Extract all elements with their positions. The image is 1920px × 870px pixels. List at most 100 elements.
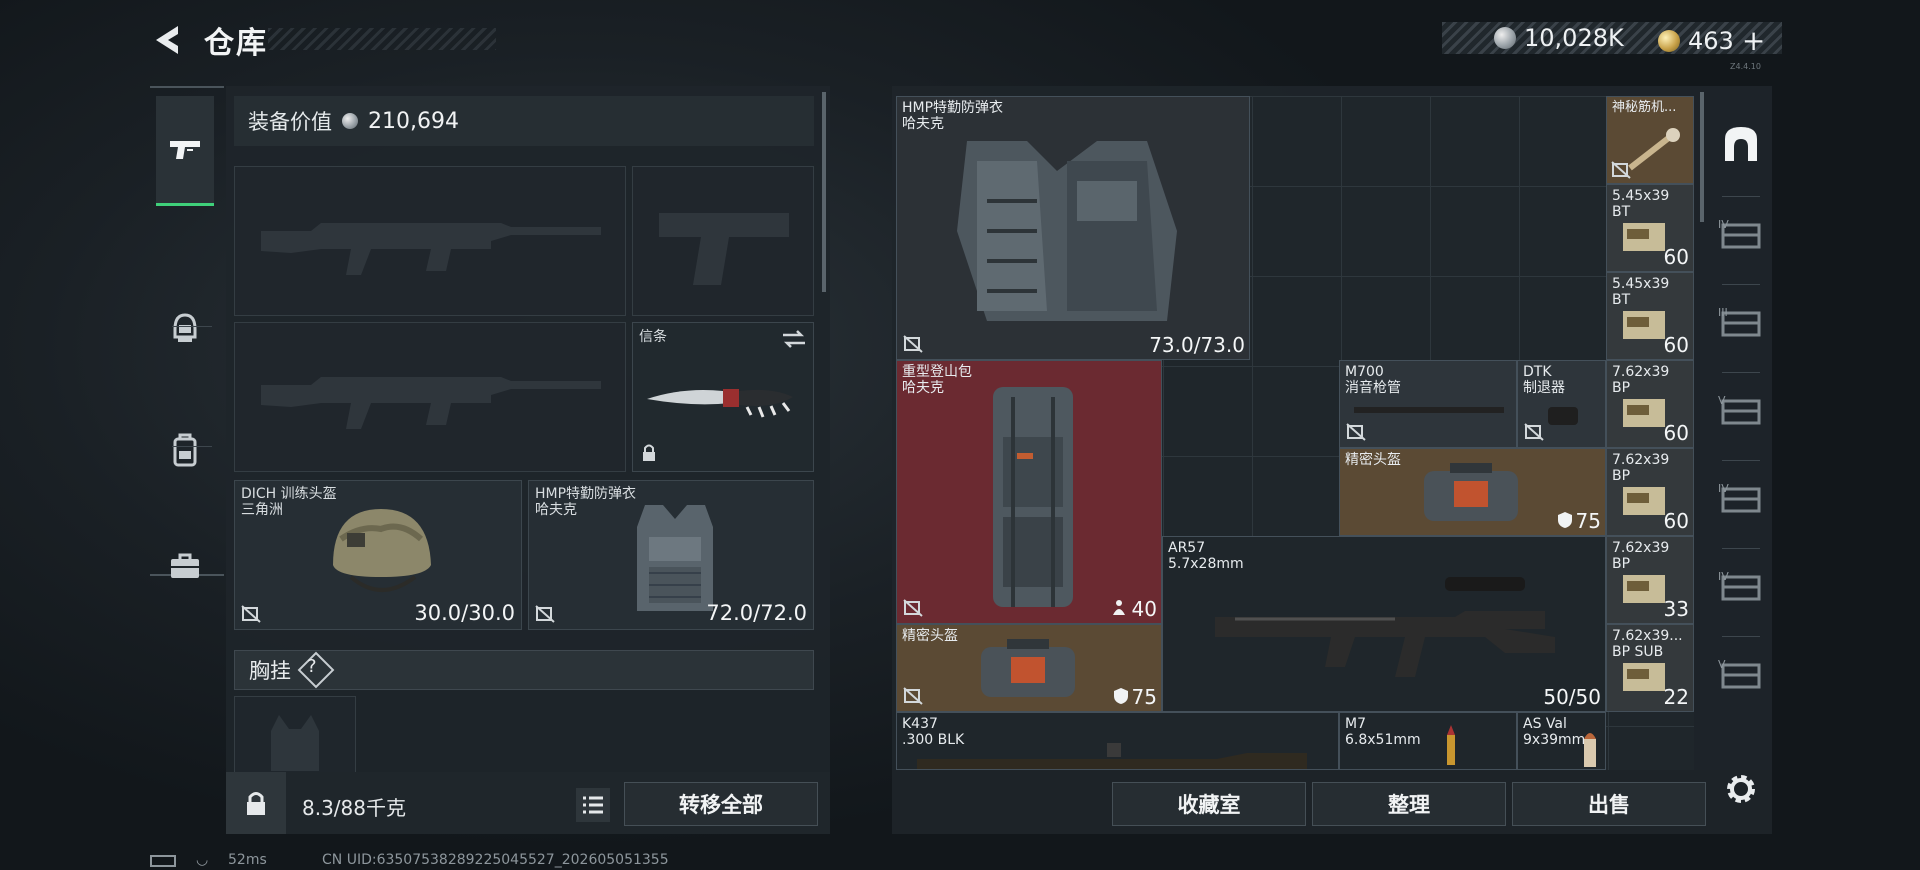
primary-weapon-slot-2[interactable] — [234, 322, 626, 472]
gear-icon — [1727, 775, 1755, 803]
ar57-ammo: 50/50 — [1543, 685, 1601, 709]
right-tab-stash-6[interactable]: V — [1712, 646, 1770, 706]
no-drop-icon — [535, 605, 555, 623]
stash-item-m700-suppressor[interactable]: M700 消音枪管 — [1339, 360, 1517, 448]
backpack-icon — [173, 433, 197, 467]
side-nav-briefcase[interactable] — [156, 536, 214, 596]
tab-level-label: V — [1718, 394, 1726, 407]
back-button[interactable] — [148, 20, 184, 60]
transfer-all-button[interactable]: 转移全部 — [624, 782, 818, 826]
right-tab-divider — [1722, 196, 1760, 197]
stash-item-k437[interactable]: K437 .300 BLK — [896, 712, 1339, 770]
help-icon-glyph: ? — [307, 656, 317, 677]
sell-button[interactable]: 出售 — [1512, 782, 1706, 826]
side-nav — [150, 86, 224, 578]
backpack-capacity: 40 — [1131, 597, 1157, 621]
stash-item-backpack[interactable]: 重型登山包 哈夫克 40 — [896, 360, 1162, 624]
melee-slot[interactable]: 信条 — [632, 322, 814, 472]
list-icon — [583, 796, 603, 814]
vest-icon — [637, 505, 713, 611]
equipment-value-label: 装备价值 — [248, 110, 332, 134]
right-tab-divider — [1722, 284, 1760, 285]
right-tab-stash-4[interactable]: IV — [1712, 470, 1770, 530]
helmet-durability: 30.0/30.0 — [414, 601, 515, 625]
stash-item-ammo[interactable]: 7.62x39 BP 60 — [1606, 360, 1694, 448]
chest-rig-label: 胸挂 — [249, 659, 291, 683]
armor-durability: 72.0/72.0 — [706, 601, 807, 625]
equipment-value: 210,694 — [368, 108, 459, 134]
rifle-icon — [1215, 577, 1555, 677]
right-tab-home[interactable] — [1712, 114, 1770, 174]
stash-item-as-val[interactable]: AS Val 9x39mm — [1517, 712, 1606, 770]
stash-item-ammo[interactable]: 5.45x39 BT 60 — [1606, 184, 1694, 272]
pistol-silhouette-icon — [659, 213, 789, 285]
battery-icon — [150, 855, 176, 867]
stash-item-armor[interactable]: HMP特勤防弹衣 哈夫克 73.0/73.0 — [896, 96, 1250, 360]
chest-rig-slot[interactable] — [234, 696, 356, 776]
right-tab-stash-3[interactable]: V — [1712, 382, 1770, 442]
armor-slot[interactable]: HMP特勤防弹衣 哈夫克 72.0/72.0 — [528, 480, 814, 630]
stash-item-ammo[interactable]: 7.62x39 BP 33 — [1606, 536, 1694, 624]
stash-item-ammo[interactable]: 5.45x39 BT 60 — [1606, 272, 1694, 360]
ammo-count: 22 — [1663, 685, 1689, 709]
vest-icon — [957, 141, 1177, 321]
no-drop-icon — [1611, 161, 1631, 179]
ammo-box-icon — [1623, 487, 1665, 515]
weight-value: 8.3/88千克 — [302, 796, 406, 820]
swap-icon[interactable] — [781, 329, 807, 349]
loadout-scrollbar[interactable] — [822, 92, 826, 292]
right-tab-stash-5[interactable]: IV — [1712, 558, 1770, 618]
tab-level-label: III — [1718, 306, 1728, 319]
version-tag: Z4.4.10 — [1730, 62, 1761, 71]
back-arrow-icon — [156, 26, 178, 54]
armor-durability: 73.0/73.0 — [1149, 333, 1245, 357]
ammo-count: 60 — [1663, 509, 1689, 533]
sort-button[interactable]: 整理 — [1312, 782, 1506, 826]
stash-item-ar57[interactable]: AR57 5.7x28mm 50/50 — [1162, 536, 1606, 712]
backpack-icon — [993, 387, 1073, 607]
pistol-icon — [170, 140, 200, 159]
armor-brand: 哈夫克 — [535, 502, 577, 518]
no-drop-icon — [903, 687, 923, 705]
rifle-silhouette-icon — [261, 223, 601, 275]
primary-weapon-slot-1[interactable] — [234, 166, 626, 316]
rifle-icon — [917, 743, 1307, 769]
tab-level-label: V — [1718, 658, 1726, 671]
case-icon — [1424, 463, 1518, 521]
gold-coin-icon — [1658, 29, 1680, 52]
sidearm-slot[interactable] — [632, 166, 814, 316]
ammo-box-icon — [1623, 311, 1665, 339]
ammo-count: 60 — [1663, 245, 1689, 269]
lock-button[interactable] — [226, 772, 286, 834]
stash-item-m7[interactable]: M7 6.8x51mm — [1339, 712, 1517, 770]
no-drop-icon — [1346, 423, 1366, 441]
cartridge-icon — [1584, 733, 1596, 767]
settings-button[interactable] — [1722, 770, 1760, 808]
stash-item-precision-case-2[interactable]: 精密头盔 75 — [896, 624, 1162, 712]
equipment-value-bar: 装备价值 210,694 — [234, 96, 814, 146]
ammo-box-icon — [1623, 399, 1665, 427]
rifle-silhouette-icon — [261, 377, 601, 429]
side-nav-weapons[interactable] — [156, 96, 214, 206]
list-view-button[interactable] — [576, 788, 610, 822]
right-tab-stash-1[interactable]: IV — [1712, 206, 1770, 266]
stash-item-mystery[interactable]: 神秘筋机... — [1606, 96, 1694, 184]
stash-item-ammo[interactable]: 7.62x39 BP 60 — [1606, 448, 1694, 536]
collection-room-button[interactable]: 收藏室 — [1112, 782, 1306, 826]
stash-item-dtk-brake[interactable]: DTK 制退器 — [1517, 360, 1606, 448]
side-nav-backpack[interactable] — [156, 420, 214, 480]
gold-currency[interactable]: 463 + — [1658, 24, 1765, 57]
stash-item-ammo[interactable]: 7.62x39... BP SUB 22 — [1606, 624, 1694, 712]
shield-icon — [1114, 688, 1128, 704]
no-drop-icon — [903, 599, 923, 617]
add-gold-button[interactable]: + — [1742, 24, 1765, 57]
drawer-icon — [1721, 399, 1761, 425]
stash-item-precision-case-1[interactable]: 精密头盔 75 — [1339, 448, 1606, 536]
side-nav-helmet[interactable] — [156, 298, 214, 358]
cartridge-icon — [1447, 725, 1455, 765]
helmet-slot[interactable]: DICH 训练头盔 三角洲 30.0/30.0 — [234, 480, 522, 630]
barrel-icon — [1354, 407, 1504, 413]
right-tab-stash-2[interactable]: III — [1712, 294, 1770, 354]
right-tab-divider — [1722, 636, 1760, 637]
stash-scrollbar[interactable] — [1700, 92, 1704, 222]
